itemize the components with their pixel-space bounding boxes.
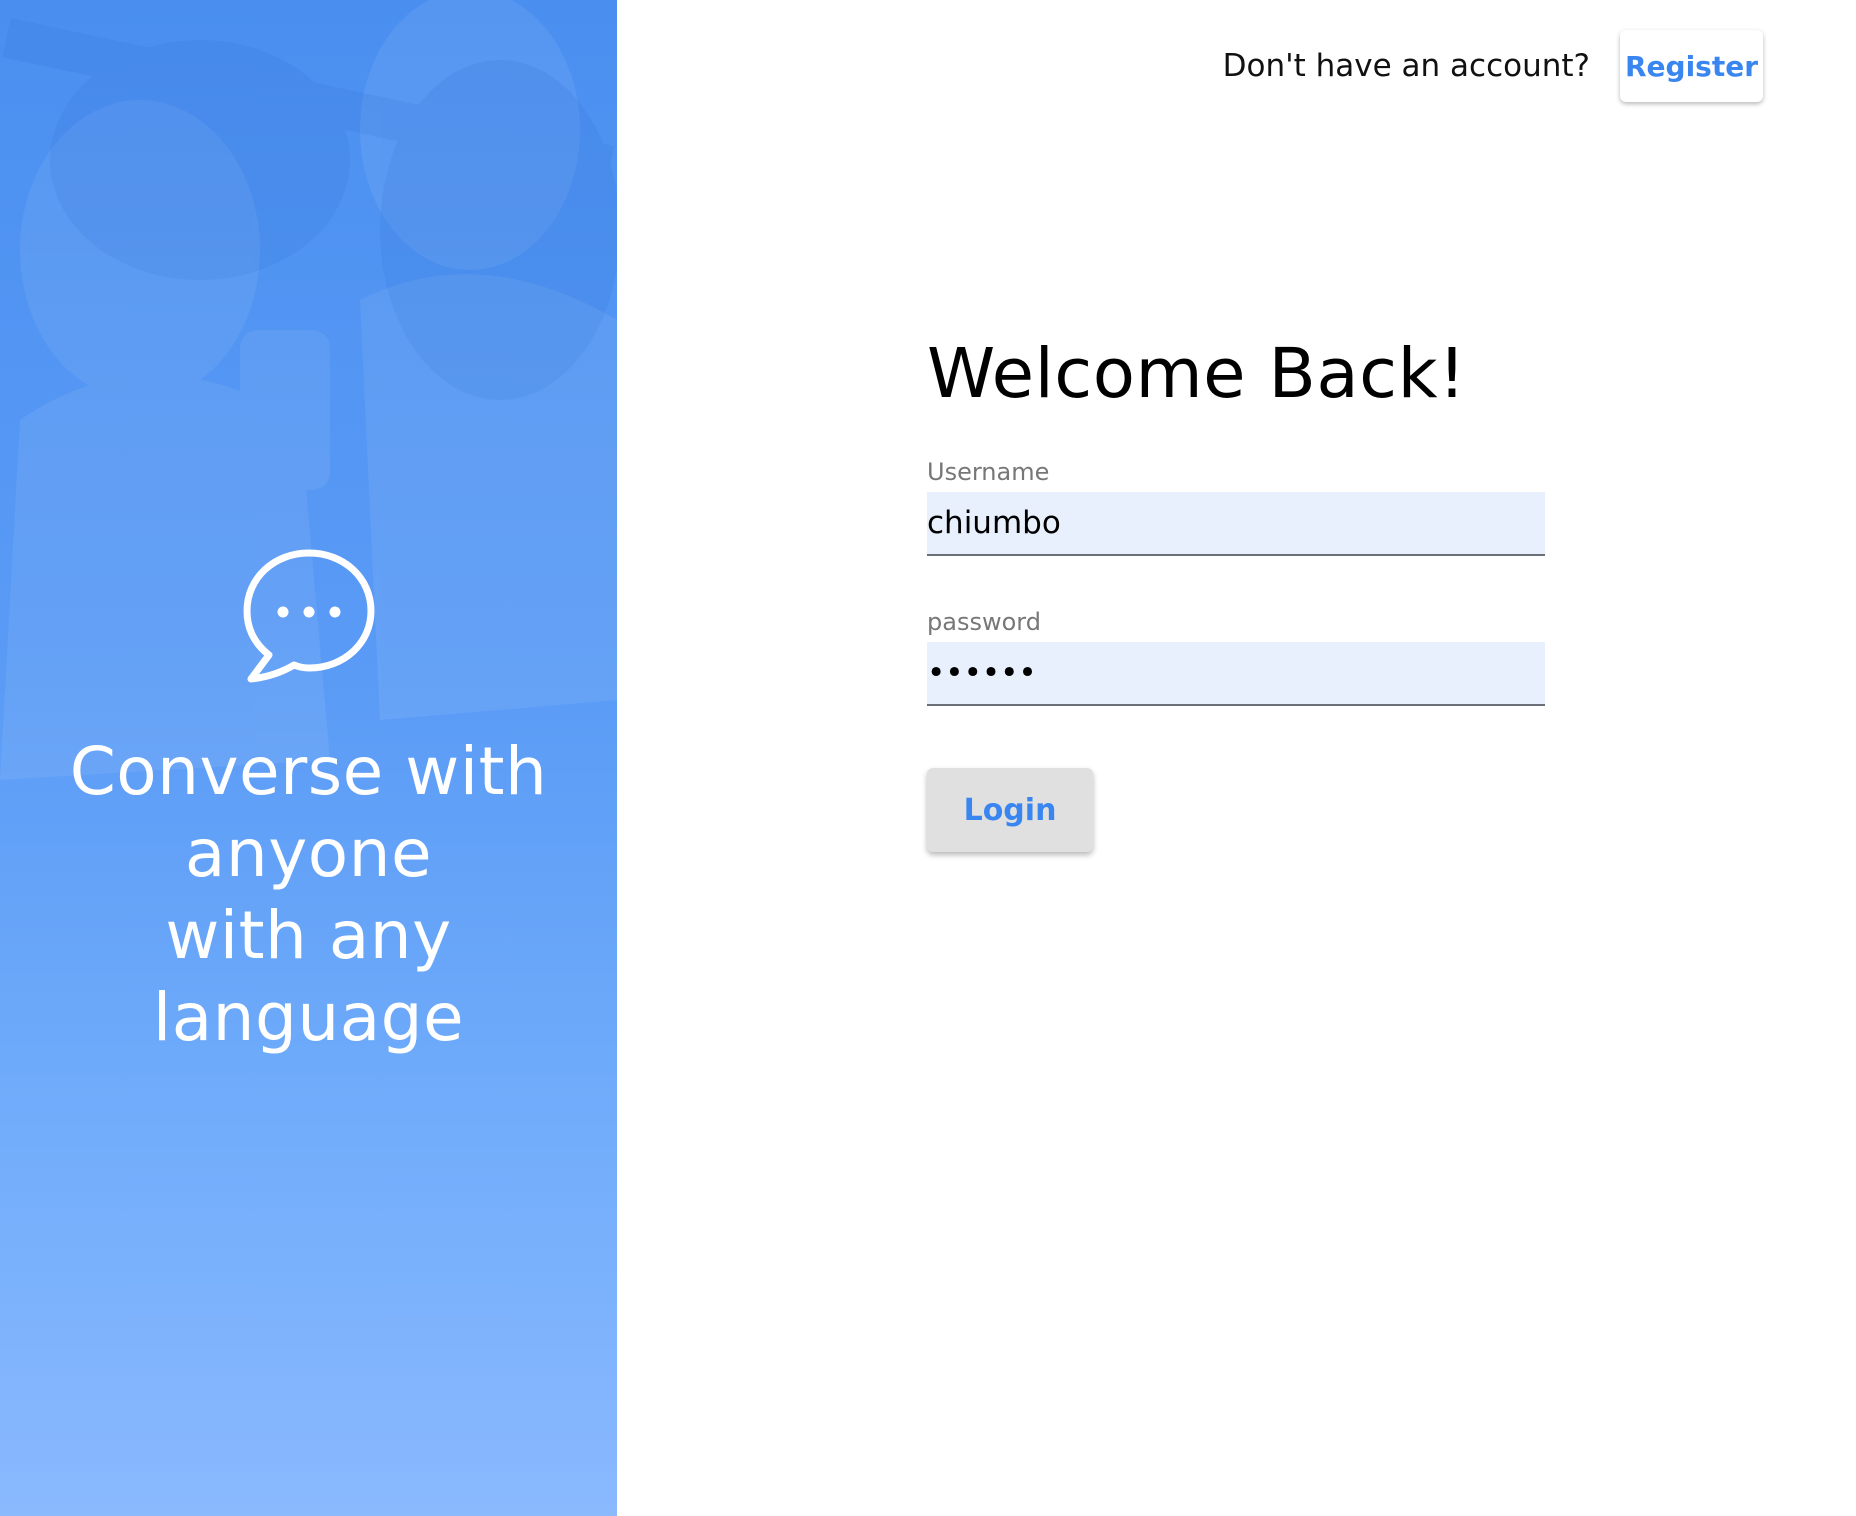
chat-bubble-icon <box>243 549 374 683</box>
hero-content: Converse with anyone with any language <box>0 545 617 1059</box>
username-label: Username <box>927 458 1050 486</box>
login-button[interactable]: Login <box>927 768 1093 852</box>
tagline-line-3: with any language <box>152 897 465 1056</box>
login-form: Welcome Back! Username password Login <box>927 330 1545 852</box>
password-input[interactable] <box>927 642 1545 706</box>
login-page: Converse with anyone with any language D… <box>0 0 1856 1516</box>
no-account-text: Don't have an account? <box>1222 48 1590 84</box>
tagline-line-1: Converse with <box>69 733 548 810</box>
hero-tagline: Converse with anyone with any language <box>0 731 617 1059</box>
username-field-group: Username <box>927 458 1545 556</box>
username-input[interactable] <box>927 492 1545 556</box>
page-title: Welcome Back! <box>927 334 1467 414</box>
hero-panel: Converse with anyone with any language <box>0 0 617 1516</box>
register-prompt-bar: Don't have an account? Register <box>1223 30 1763 102</box>
register-button[interactable]: Register <box>1620 30 1763 102</box>
password-field-group: password <box>927 608 1545 706</box>
tagline-line-2: anyone <box>184 815 433 892</box>
password-label: password <box>927 608 1041 636</box>
